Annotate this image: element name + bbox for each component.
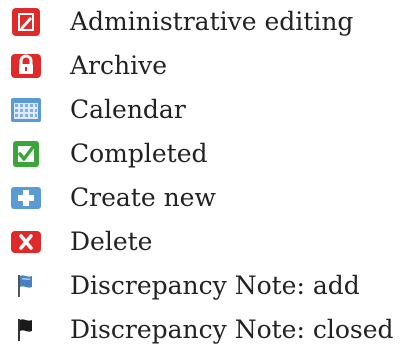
create-new-plus-icon (10, 182, 42, 214)
completed-check-icon (10, 138, 42, 170)
discrepancy-note-closed-flag-icon (10, 314, 42, 346)
legend-item-label: Delete (70, 227, 153, 256)
legend-item-label: Archive (70, 51, 168, 80)
delete-x-icon (10, 226, 42, 258)
legend-item-archive: Archive (10, 44, 414, 88)
calendar-icon (10, 94, 42, 126)
legend-item-discrepancy-note-add: Discrepancy Note: add (10, 264, 414, 308)
legend-item-label: Discrepancy Note: add (70, 271, 360, 300)
legend-item-discrepancy-note-closed: Discrepancy Note: closed (10, 308, 414, 352)
legend-item-label: Calendar (70, 95, 186, 124)
discrepancy-note-add-flag-icon (10, 270, 42, 302)
legend-item-label: Discrepancy Note: closed (70, 315, 394, 344)
icon-legend: Administrative editing Archive Calendar … (10, 0, 414, 352)
legend-item-administrative-editing: Administrative editing (10, 0, 414, 44)
legend-item-label: Administrative editing (70, 7, 354, 36)
legend-item-label: Create new (70, 183, 216, 212)
archive-lock-icon (10, 50, 42, 82)
legend-item-calendar: Calendar (10, 88, 414, 132)
administrative-editing-icon (10, 6, 42, 38)
legend-item-label: Completed (70, 139, 208, 168)
legend-item-create-new: Create new (10, 176, 414, 220)
legend-item-completed: Completed (10, 132, 414, 176)
legend-item-delete: Delete (10, 220, 414, 264)
